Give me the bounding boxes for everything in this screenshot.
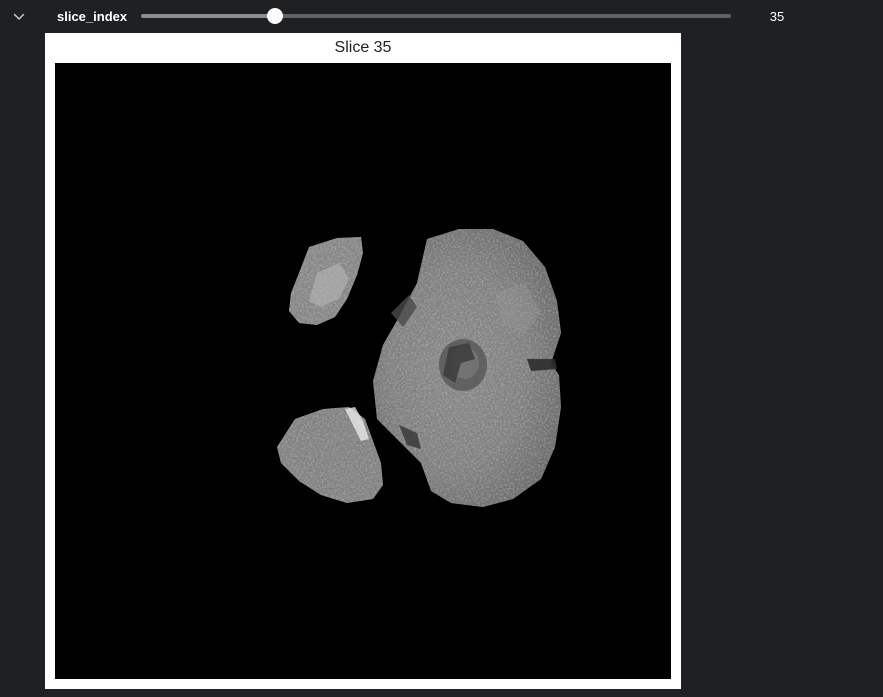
- collapse-toggle[interactable]: [10, 8, 28, 26]
- slider-handle[interactable]: [267, 8, 284, 24]
- tissue-fragment-lower: [277, 407, 383, 503]
- mri-slice-svg: [277, 229, 561, 507]
- slider-widget-row: slice_index 35: [0, 0, 883, 33]
- chevron-down-icon: [13, 13, 25, 20]
- figure-title: Slice 35: [334, 39, 392, 56]
- figure: Slice 35: [45, 33, 681, 689]
- slider-value-readout[interactable]: 35: [752, 9, 802, 24]
- slider-fill: [141, 14, 276, 18]
- mri-slice-image: [55, 63, 671, 679]
- slider-label: slice_index: [57, 9, 128, 24]
- slice-index-slider[interactable]: [141, 8, 731, 24]
